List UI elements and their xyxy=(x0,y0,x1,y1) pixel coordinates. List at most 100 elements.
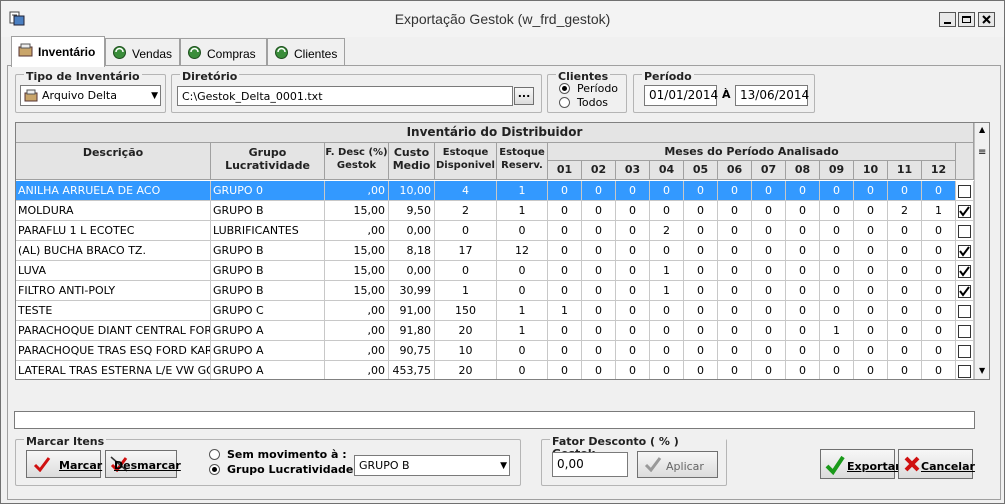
cell-month[interactable]: 0 xyxy=(684,221,718,241)
scroll-grip-icon[interactable]: ≡ xyxy=(978,148,986,158)
cell-month[interactable]: 0 xyxy=(752,201,786,221)
cell-grupo[interactable]: GRUPO B xyxy=(211,241,325,261)
cell-disp[interactable]: 2 xyxy=(435,201,497,221)
cell-month[interactable]: 0 xyxy=(786,301,820,321)
cell-month[interactable]: 0 xyxy=(922,281,956,301)
cell-disp[interactable]: 17 xyxy=(435,241,497,261)
cell-month[interactable]: 0 xyxy=(854,281,888,301)
close-button[interactable] xyxy=(978,12,995,27)
minimize-button[interactable] xyxy=(939,12,956,27)
cell-month[interactable]: 0 xyxy=(820,221,854,241)
cell-month[interactable]: 0 xyxy=(582,321,616,341)
cell-month[interactable]: 0 xyxy=(888,181,922,201)
cell-month[interactable]: 0 xyxy=(888,281,922,301)
cell-month[interactable]: 0 xyxy=(650,321,684,341)
periodo-from-input[interactable]: 01/01/2014 xyxy=(644,85,718,106)
cell-custo[interactable]: 91,80 xyxy=(389,321,435,341)
col-header-month[interactable]: 12 xyxy=(922,161,956,180)
cell-month[interactable]: 0 xyxy=(582,301,616,321)
cell-month[interactable]: 0 xyxy=(718,281,752,301)
cell-month[interactable]: 0 xyxy=(650,181,684,201)
row-checkbox[interactable] xyxy=(958,205,971,218)
cell-month[interactable]: 0 xyxy=(888,341,922,361)
cell-month[interactable]: 0 xyxy=(752,281,786,301)
cell-month[interactable]: 0 xyxy=(616,221,650,241)
cell-month[interactable]: 0 xyxy=(684,261,718,281)
exportar-button[interactable]: Exportar xyxy=(820,449,901,479)
cancelar-button[interactable]: Cancelar xyxy=(898,449,975,479)
col-header-month[interactable]: 09 xyxy=(820,161,854,180)
col-header-month[interactable]: 01 xyxy=(548,161,582,180)
desmarcar-button[interactable]: Desmarcar xyxy=(105,450,181,478)
cell-month[interactable]: 0 xyxy=(922,341,956,361)
col-header-estoque-disp[interactable]: Estoque Disponivel xyxy=(435,143,497,180)
cell-month[interactable]: 0 xyxy=(718,301,752,321)
cell-month[interactable]: 0 xyxy=(820,361,854,379)
table-row[interactable]: (AL) BUCHA BRACO TZ. GRUPO B 15,00 8,18 17 12… xyxy=(16,241,974,261)
cell-fdesc[interactable]: ,00 xyxy=(325,361,389,379)
cell-res[interactable]: 0 xyxy=(497,341,548,361)
col-header-estoque-res[interactable]: Estoque Reserv. xyxy=(497,143,548,180)
cell-month[interactable]: 0 xyxy=(786,181,820,201)
cell-month[interactable]: 0 xyxy=(752,261,786,281)
cell-res[interactable]: 1 xyxy=(497,301,548,321)
cell-month[interactable]: 0 xyxy=(922,361,956,379)
cell-disp[interactable]: 20 xyxy=(435,321,497,341)
cell-custo[interactable]: 9,50 xyxy=(389,201,435,221)
cell-desc[interactable]: PARACHOQUE DIANT CENTRAL FORD KA xyxy=(16,321,211,341)
cell-month[interactable]: 0 xyxy=(786,341,820,361)
cell-month[interactable]: 0 xyxy=(718,181,752,201)
cell-desc[interactable]: LUVA xyxy=(16,261,211,281)
cell-month[interactable]: 0 xyxy=(854,301,888,321)
periodo-to-input[interactable]: 13/06/2014 xyxy=(735,85,809,106)
cell-grupo[interactable]: GRUPO B xyxy=(211,261,325,281)
cell-disp[interactable]: 10 xyxy=(435,341,497,361)
cell-month[interactable]: 0 xyxy=(616,261,650,281)
cell-res[interactable]: 0 xyxy=(497,361,548,379)
cell-month[interactable]: 1 xyxy=(820,321,854,341)
col-header-fdesc[interactable]: F. Desc (%) Gestok xyxy=(325,143,389,180)
cell-month[interactable]: 0 xyxy=(786,361,820,379)
cell-res[interactable]: 0 xyxy=(497,221,548,241)
row-checkbox[interactable] xyxy=(958,185,971,198)
cell-month[interactable]: 0 xyxy=(548,201,582,221)
col-header-month[interactable]: 10 xyxy=(854,161,888,180)
periodo-radio[interactable] xyxy=(559,83,570,94)
cell-month[interactable]: 0 xyxy=(616,301,650,321)
cell-desc[interactable]: FILTRO ANTI-POLY xyxy=(16,281,211,301)
table-row[interactable]: MOLDURA GRUPO B 15,00 9,50 2 1 0 0 0 0 0 0 0 0 0 0 2 1 xyxy=(16,201,974,221)
sem-movimento-radio[interactable] xyxy=(209,449,220,460)
cell-grupo[interactable]: GRUPO B xyxy=(211,201,325,221)
cell-res[interactable]: 0 xyxy=(497,261,548,281)
table-row[interactable]: PARACHOQUE TRAS ESQ FORD KAR GRUPO A ,00 90… xyxy=(16,341,974,361)
table-row[interactable]: LATERAL TRAS ESTERNA L/E VW GOL GRUPO A ,0… xyxy=(16,361,974,379)
chevron-up-icon[interactable]: ▲ xyxy=(979,125,985,134)
cell-month[interactable]: 1 xyxy=(650,281,684,301)
cell-month[interactable]: 0 xyxy=(786,201,820,221)
cell-desc[interactable]: TESTE xyxy=(16,301,211,321)
cell-month[interactable]: 0 xyxy=(888,221,922,241)
cell-desc[interactable]: PARACHOQUE TRAS ESQ FORD KAR xyxy=(16,341,211,361)
cell-month[interactable]: 0 xyxy=(548,281,582,301)
cell-res[interactable]: 1 xyxy=(497,321,548,341)
tab-inventario[interactable]: Inventário xyxy=(11,36,105,67)
cell-custo[interactable]: 8,18 xyxy=(389,241,435,261)
cell-month[interactable]: 0 xyxy=(684,361,718,379)
cell-month[interactable]: 0 xyxy=(786,261,820,281)
row-checkbox[interactable] xyxy=(958,265,971,278)
cell-month[interactable]: 0 xyxy=(854,201,888,221)
cell-month[interactable]: 0 xyxy=(820,261,854,281)
cell-month[interactable]: 0 xyxy=(854,221,888,241)
cell-month[interactable]: 0 xyxy=(684,281,718,301)
cell-grupo[interactable]: GRUPO C xyxy=(211,301,325,321)
cell-month[interactable]: 0 xyxy=(922,301,956,321)
cell-month[interactable]: 0 xyxy=(582,181,616,201)
cell-month[interactable]: 0 xyxy=(616,361,650,379)
cell-month[interactable]: 0 xyxy=(820,341,854,361)
cell-month[interactable]: 0 xyxy=(718,321,752,341)
cell-month[interactable]: 0 xyxy=(616,241,650,261)
cell-month[interactable]: 0 xyxy=(854,321,888,341)
col-header-month[interactable]: 08 xyxy=(786,161,820,180)
cell-grupo[interactable]: GRUPO 0 xyxy=(211,181,325,201)
row-checkbox[interactable] xyxy=(958,345,971,358)
